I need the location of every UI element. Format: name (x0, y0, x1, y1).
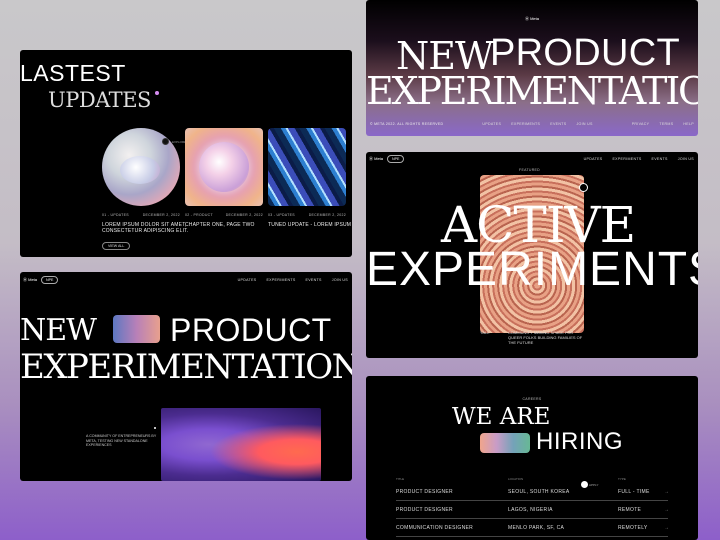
bullet-dot (154, 427, 156, 429)
hero-word-new: NEW (20, 313, 97, 348)
orb-image (199, 142, 249, 192)
top-nav: Ⓜ Meta NPE UPDATES EXPERIMENTS EVENTS JO… (369, 155, 694, 163)
meta-logo[interactable]: Ⓜ Meta (369, 156, 383, 162)
updates-title-line2: UPDATES (48, 88, 151, 112)
npe-badge[interactable]: NPE (387, 155, 405, 163)
nav-experiments[interactable]: EXPERIMENTS (266, 278, 295, 282)
terms-link[interactable]: TERMS (659, 122, 673, 126)
hiring-card: CAREERS WE ARE HIRING APPLY TITLE LOCATI… (366, 376, 698, 540)
update-caption-1[interactable]: LOREM IPSUM DOLOR SIT AMET, CONSECTETUR … (102, 222, 188, 234)
nav-events[interactable]: EVENTS (306, 278, 322, 282)
update-thumb-1[interactable]: EXPLORE (102, 128, 186, 206)
accent-dot (155, 91, 159, 95)
nav-join-us[interactable]: JOIN US (678, 157, 694, 161)
update-thumb-2[interactable] (185, 128, 263, 206)
nav-join-us[interactable]: JOIN US (332, 278, 348, 282)
npe-badge[interactable]: NPE (41, 276, 59, 284)
footer-word-experimentation: EXPERIMENTATION (366, 69, 698, 113)
hero-word-experiments: EXPERIMENTS (366, 243, 698, 296)
hero-word-we-are: WE ARE (452, 404, 551, 430)
footer-legal: PRIVACY TERMS HELP (632, 122, 694, 126)
job-row[interactable]: COMMUNICATION DESIGNER MENLO PARK, SF, C… (396, 519, 670, 537)
update-caption-3[interactable]: TUNED UPDATE - LOREM IPSUM (268, 222, 351, 228)
update-meta-2: 02 - PRODUCT DECEMBER 2, 2022 (185, 213, 263, 217)
footer-nav-join-us[interactable]: JOIN US (576, 122, 592, 126)
privacy-link[interactable]: PRIVACY (632, 122, 650, 126)
meta-logo[interactable]: Ⓜ Meta (23, 277, 37, 283)
nav-experiments[interactable]: EXPERIMENTS (612, 157, 641, 161)
latest-updates-card: LASTEST UPDATES EXPLORE 01 - UPDATES DEC… (20, 50, 352, 257)
footer-bar: © META 2022. ALL RIGHTS RESERVED UPDATES… (370, 122, 694, 126)
gradient-chip (113, 315, 160, 343)
jobs-table: TITLE LOCATION TYPE PRODUCT DESIGNER SEO… (396, 477, 670, 537)
nav-events[interactable]: EVENTS (652, 157, 668, 161)
job-row[interactable]: PRODUCT DESIGNER SEOUL, SOUTH KOREA FULL… (396, 483, 670, 501)
smoke-image (161, 408, 321, 481)
experiment-blurb: COMMUNITY MAKING SPACE FOR QUEER FOLKS B… (508, 330, 583, 345)
careers-label: CAREERS (522, 397, 542, 401)
nav-updates[interactable]: UPDATES (238, 278, 257, 282)
hero-word-hiring: HIRING (536, 428, 623, 455)
nav-updates[interactable]: UPDATES (584, 157, 603, 161)
npe-hero-card: Ⓜ Meta NPE UPDATES EXPERIMENTS EVENTS JO… (20, 272, 352, 481)
copyright-text: © META 2022. ALL RIGHTS RESERVED (370, 122, 444, 126)
meta-logo[interactable]: Ⓜ Meta (366, 16, 698, 22)
updates-title-line1: LASTEST (20, 60, 126, 86)
cursor-bead-icon (162, 138, 169, 145)
nav-links: UPDATES EXPERIMENTS EVENTS JOIN US (238, 278, 348, 282)
footer-nav-events[interactable]: EVENTS (550, 122, 566, 126)
hero-word-experimentation: EXPERIMENTATION (20, 347, 352, 387)
nav-links: UPDATES EXPERIMENTS EVENTS JOIN US (584, 157, 694, 161)
update-caption-2[interactable]: CHAPTER ONE, PAGE TWO (185, 222, 255, 228)
arrow-right-icon: → (664, 506, 670, 513)
featured-label: FEATURED (519, 168, 541, 172)
top-nav: Ⓜ Meta NPE UPDATES EXPERIMENTS EVENTS JO… (23, 276, 348, 284)
help-link[interactable]: HELP (683, 122, 694, 126)
footer-nav-updates[interactable]: UPDATES (482, 122, 501, 126)
update-meta-3: 03 - UPDATES DECEMBER 2, 2022 (268, 213, 346, 217)
gradient-chip (480, 433, 530, 453)
footer-nav-experiments[interactable]: EXPERIMENTS (511, 122, 540, 126)
cursor-bead-icon (579, 183, 588, 192)
jobs-header: TITLE LOCATION TYPE (396, 477, 626, 481)
update-thumb-3[interactable] (268, 128, 346, 206)
hero-word-product: PRODUCT (170, 312, 332, 348)
footer-nav: UPDATES EXPERIMENTS EVENTS JOIN US (482, 122, 592, 126)
view-all-button[interactable]: VIEW ALL (102, 242, 131, 250)
job-row[interactable]: PRODUCT DESIGNER LAGOS, NIGERIA REMOTE → (396, 501, 670, 519)
active-experiments-card: Ⓜ Meta NPE UPDATES EXPERIMENTS EVENTS JO… (366, 152, 698, 358)
update-meta-1: 01 - UPDATES DECEMBER 2, 2022 (102, 213, 180, 217)
hero-description: A COMMUNITY OF ENTREPRENEURS BY META, TE… (86, 434, 157, 447)
npe-footer-card: Ⓜ Meta NEW PRODUCT EXPERIMENTATION © MET… (366, 0, 698, 136)
experiment-name[interactable]: YALL (480, 330, 490, 335)
arrow-right-icon: → (664, 488, 670, 495)
arrow-right-icon: → (664, 524, 670, 531)
